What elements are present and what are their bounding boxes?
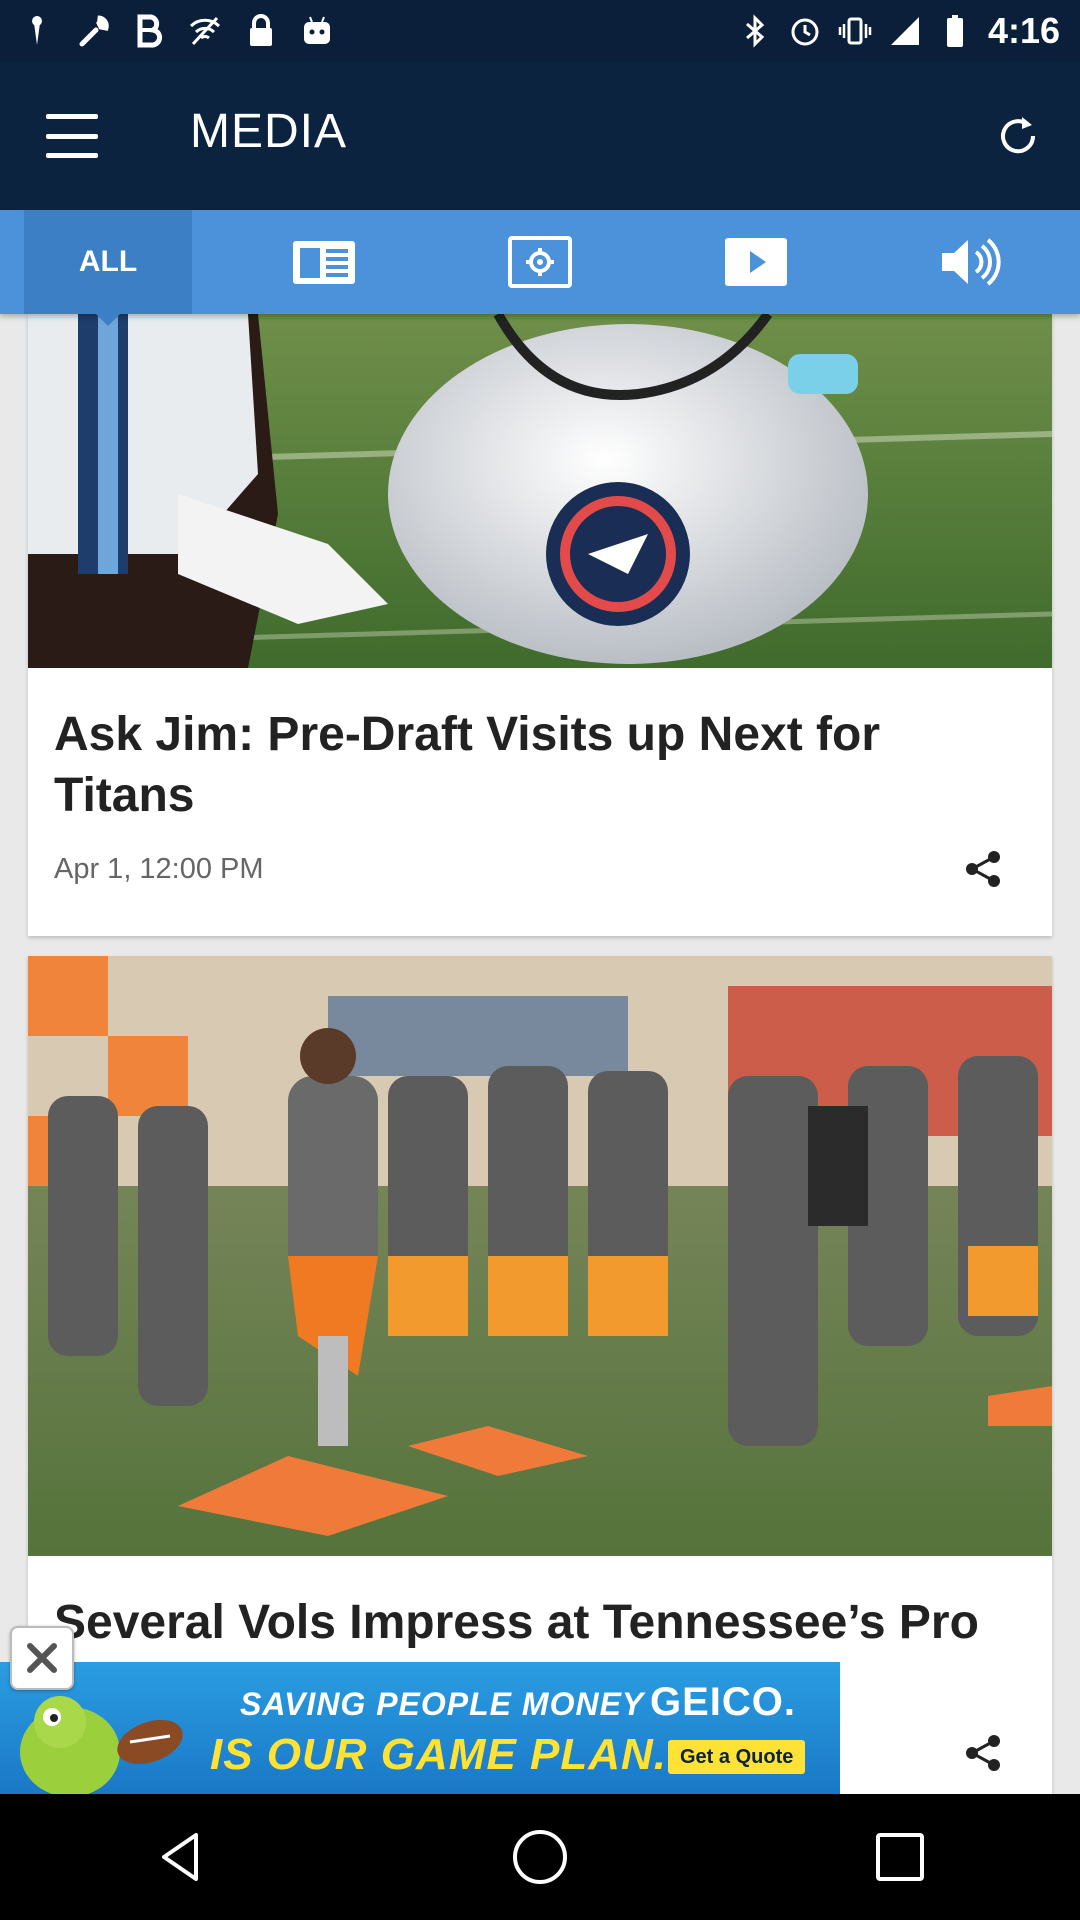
close-icon xyxy=(27,1643,57,1673)
hamburger-menu-icon[interactable] xyxy=(46,114,98,158)
article-title[interactable]: Several Vols Impress at Tennessee’s Pro xyxy=(28,1592,1052,1653)
lock-icon xyxy=(244,14,278,48)
tab-photos[interactable] xyxy=(432,210,648,314)
share-icon[interactable] xyxy=(958,844,1008,894)
back-icon[interactable] xyxy=(140,1817,220,1897)
tab-articles[interactable] xyxy=(216,210,432,314)
article-image[interactable] xyxy=(28,314,1052,668)
ad-brand: GEICO. xyxy=(650,1680,797,1724)
bluetooth-icon xyxy=(738,14,772,48)
wrench-icon xyxy=(76,14,110,48)
robot-icon xyxy=(300,14,334,48)
page-title: MEDIA xyxy=(190,105,348,158)
status-time: 4:16 xyxy=(987,10,1060,51)
wifi-off-icon xyxy=(188,14,222,48)
b-icon xyxy=(132,14,166,48)
photo-icon xyxy=(508,236,572,288)
signal-icon xyxy=(888,14,922,48)
home-icon[interactable] xyxy=(500,1817,580,1897)
ad-banner[interactable]: SAVING PEOPLE MONEY GEICO. IS OUR GAME P… xyxy=(0,1662,840,1794)
article-card[interactable]: Ask Jim: Pre-Draft Visits up Next for Ti… xyxy=(28,314,1052,936)
tab-videos[interactable] xyxy=(648,210,864,314)
battery-icon xyxy=(938,14,972,48)
notification-icon xyxy=(20,14,54,48)
ad-close-button[interactable] xyxy=(10,1626,74,1690)
ad-line2: IS OUR GAME PLAN. xyxy=(210,1730,668,1779)
tab-all[interactable]: ALL xyxy=(24,210,192,326)
audio-icon xyxy=(942,238,1001,286)
ad-line1: SAVING PEOPLE MONEY xyxy=(240,1686,645,1722)
share-icon[interactable] xyxy=(958,1728,1008,1778)
recents-icon[interactable] xyxy=(860,1817,940,1897)
article-icon xyxy=(293,241,355,284)
system-nav-bar xyxy=(0,1794,1080,1920)
app-bar: MEDIA xyxy=(0,62,1080,210)
alarm-icon xyxy=(788,14,822,48)
tab-audio[interactable] xyxy=(864,210,1080,314)
article-date: Apr 1, 12:00 PM xyxy=(54,852,264,885)
ad-cta-button[interactable]: Get a Quote xyxy=(668,1740,806,1774)
vibrate-icon xyxy=(838,14,872,48)
refresh-icon[interactable] xyxy=(988,106,1048,166)
article-title[interactable]: Ask Jim: Pre-Draft Visits up Next for Ti… xyxy=(28,704,1052,826)
tab-all-label: ALL xyxy=(78,245,138,278)
media-filter-tabs: ALL xyxy=(0,210,1080,326)
article-image[interactable] xyxy=(28,956,1052,1556)
status-bar: 4:16 xyxy=(0,0,1080,62)
video-icon xyxy=(725,238,787,286)
